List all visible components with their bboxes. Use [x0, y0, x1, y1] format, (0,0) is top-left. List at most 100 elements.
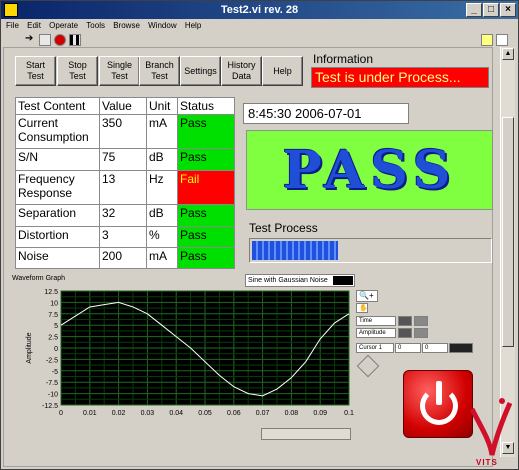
test-process-progress	[249, 238, 492, 263]
history-data-button[interactable]: History Data	[221, 56, 262, 86]
cursor-x-value[interactable]: 0	[395, 343, 421, 353]
maximize-button[interactable]: □	[483, 3, 499, 17]
y-tick-label: -5	[52, 369, 58, 376]
y-tick-label: 0	[54, 346, 58, 353]
menu-bar: File Edit Operate Tools Browse Window He…	[1, 19, 518, 33]
datetime-indicator: 8:45:30 2006-07-01	[243, 103, 409, 124]
amplitude-scale-icon[interactable]	[414, 328, 428, 338]
test-content-cell: Distortion	[15, 226, 100, 248]
y-tick-label: -10	[48, 392, 58, 399]
button-label: Test	[69, 71, 86, 81]
menu-tools[interactable]: Tools	[86, 21, 105, 30]
help-button[interactable]: Help	[262, 56, 303, 86]
toolbar: ➔	[1, 33, 518, 47]
settings-button[interactable]: Settings	[180, 56, 221, 86]
waveform-plot[interactable]: 12.5107.552.50-2.5-5-7.5-10-12.50 0.01 0.0…	[11, 285, 355, 427]
x-tick-label: 0.02	[112, 410, 126, 417]
menu-help[interactable]: Help	[185, 21, 201, 30]
test-content-cell: S/N	[15, 148, 100, 171]
menu-browse[interactable]: Browse	[113, 21, 140, 30]
test-content-cell: Frequency Response	[15, 170, 100, 205]
amplitude-format-icon[interactable]	[398, 328, 412, 338]
minimize-button[interactable]: _	[466, 3, 482, 17]
single-test-button[interactable]: Single Test	[99, 56, 140, 86]
result-indicator: PASS	[246, 130, 493, 210]
scale-time-label[interactable]: Time	[356, 316, 396, 326]
abort-icon[interactable]	[54, 34, 66, 46]
y-tick-label: 7.5	[48, 312, 58, 319]
x-tick-label: 0.06	[227, 410, 241, 417]
value-cell: 32	[99, 204, 147, 227]
y-tick-label: 10	[50, 300, 58, 307]
menu-edit[interactable]: Edit	[27, 21, 41, 30]
legend-label: Sine with Gaussian Noise	[248, 277, 328, 284]
test-content-cell: Separation	[15, 204, 100, 227]
title-bar: Test2.vi rev. 28 _ □ ×	[1, 1, 518, 19]
button-label: Stop	[68, 60, 87, 70]
status-cell: Pass	[177, 204, 235, 227]
header-test-content: Test Content	[15, 97, 100, 115]
stop-test-button[interactable]: Stop Test	[57, 56, 98, 86]
table-header-row: Test Content Value Unit Status	[15, 97, 235, 115]
unit-cell: mA	[146, 247, 178, 269]
results-table: Test Content Value Unit Status Current C…	[15, 97, 235, 269]
button-label: Test	[151, 71, 168, 81]
cursor-name[interactable]: Cursor 1	[356, 343, 394, 353]
run-arrow-icon[interactable]: ➔	[25, 34, 37, 46]
menu-file[interactable]: File	[6, 21, 19, 30]
button-label: Test	[27, 71, 44, 81]
cursor-style-icon[interactable]	[449, 343, 473, 353]
test-content-cell: Current Consumption	[15, 114, 100, 149]
unit-cell: %	[146, 226, 178, 248]
table-row: S/N 75 dB Pass	[15, 148, 235, 171]
value-cell: 13	[99, 170, 147, 205]
vi-connector-icon	[496, 34, 508, 46]
y-tick-label: -7.5	[46, 380, 58, 387]
branch-test-button[interactable]: Branch Test	[139, 56, 180, 86]
start-test-button[interactable]: Start Test	[15, 56, 56, 86]
status-cell: Pass	[177, 148, 235, 171]
y-tick-label: 12.5	[44, 289, 58, 296]
vits-logo	[469, 398, 512, 456]
y-tick-label: 5	[54, 323, 58, 330]
unit-cell: dB	[146, 148, 178, 171]
scroll-up-icon[interactable]: ▲	[502, 48, 514, 60]
menu-operate[interactable]: Operate	[49, 21, 78, 30]
information-indicator: Test is under Process...	[311, 67, 489, 88]
logo-text: VITS	[476, 458, 498, 467]
help-icon[interactable]	[481, 34, 493, 46]
x-tick-label: 0.07	[256, 410, 270, 417]
table-row: Distortion 3 % Pass	[15, 226, 235, 248]
value-cell: 350	[99, 114, 147, 149]
run-continuous-icon[interactable]	[39, 34, 51, 46]
information-label: Information	[313, 52, 374, 66]
header-status: Status	[177, 97, 235, 115]
scroll-thumb[interactable]	[502, 117, 514, 347]
pause-icon[interactable]	[69, 34, 81, 46]
menu-window[interactable]: Window	[148, 21, 176, 30]
time-scale-icon[interactable]	[414, 316, 428, 326]
close-button[interactable]: ×	[500, 3, 516, 17]
power-button[interactable]	[403, 370, 473, 438]
status-cell: Pass	[177, 247, 235, 269]
graph-pan-icon[interactable]: ✋	[356, 303, 368, 313]
time-format-icon[interactable]	[398, 316, 412, 326]
x-tick-label: 0.08	[285, 410, 299, 417]
button-label: Settings	[184, 65, 217, 76]
header-value: Value	[99, 97, 147, 115]
graph-zoom-icon[interactable]: 🔍+	[356, 290, 378, 302]
table-row: Frequency Response 13 Hz Fail	[15, 170, 235, 205]
cursor-y-value[interactable]: 0	[422, 343, 448, 353]
unit-cell: dB	[146, 204, 178, 227]
test-content-cell: Noise	[15, 247, 100, 269]
button-label: Help	[273, 65, 292, 76]
x-tick-label: 0.05	[198, 410, 212, 417]
x-tick-label: 0	[59, 410, 63, 417]
status-cell: Pass	[177, 226, 235, 248]
legend-line-icon	[333, 276, 353, 285]
window-title: Test2.vi rev. 28	[220, 4, 299, 16]
graph-horizontal-scrollbar[interactable]	[261, 428, 351, 440]
unit-cell: mA	[146, 114, 178, 149]
value-cell: 200	[99, 247, 147, 269]
scale-amplitude-label[interactable]: Amplitude	[356, 328, 396, 338]
